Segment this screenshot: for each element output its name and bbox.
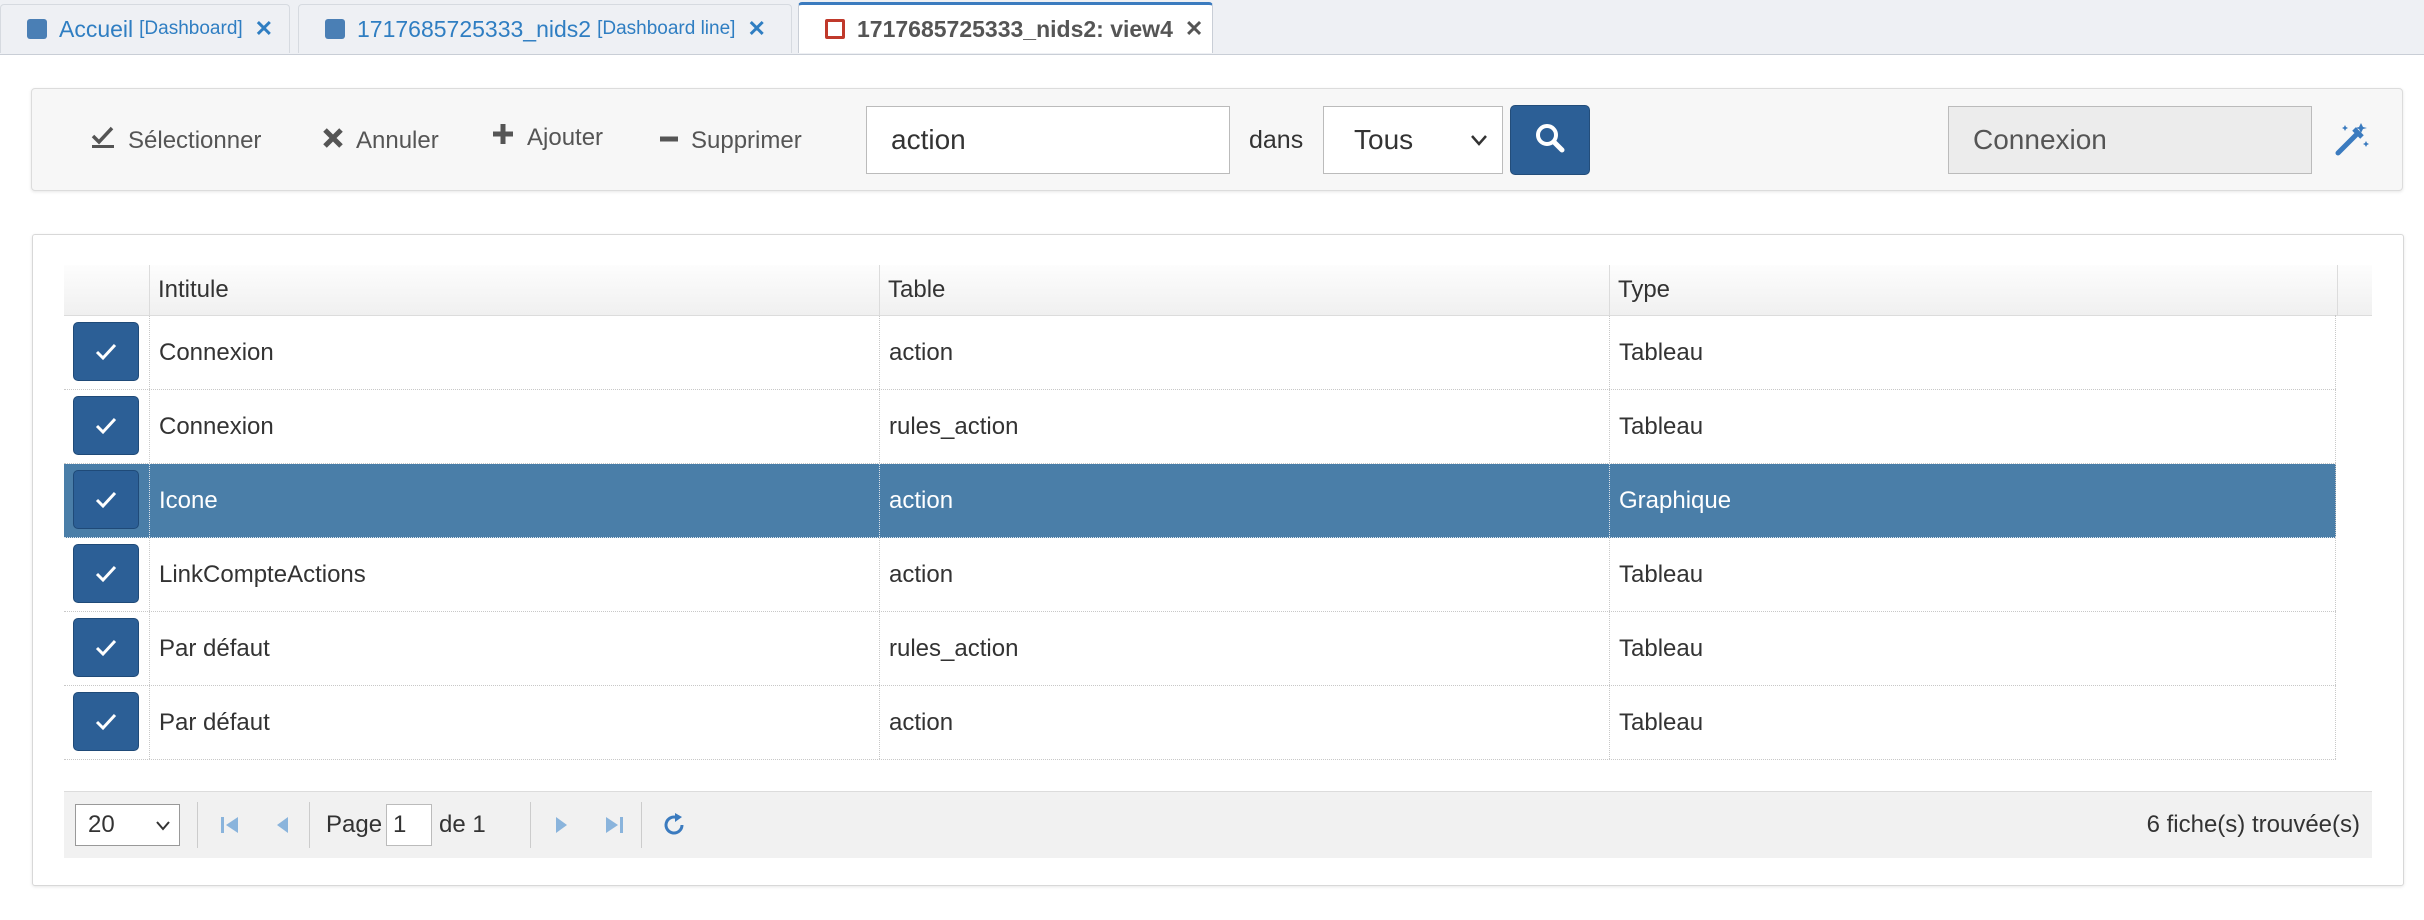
table-row[interactable]: Par défaut action Tableau (64, 686, 2336, 760)
cell-table: action (879, 538, 1609, 611)
header-type[interactable]: Type (1609, 265, 2337, 315)
toolbar: Sélectionner Annuler Ajouter Supprimer a… (31, 88, 2403, 191)
cell-intitule: LinkCompteActions (149, 538, 879, 611)
page-number-input[interactable]: 1 (386, 804, 432, 846)
header-table[interactable]: Table (879, 265, 1609, 315)
next-page-icon[interactable] (546, 806, 576, 844)
chevron-down-icon (1470, 107, 1488, 200)
add-button[interactable]: Ajouter (491, 86, 603, 189)
dashboard-icon (27, 19, 47, 39)
table-row[interactable]: Par défaut rules_action Tableau (64, 612, 2336, 686)
search-input[interactable]: action (866, 106, 1230, 174)
tab-label: 1717685725333_nids2: view4 (857, 15, 1173, 42)
row-checkbox[interactable] (73, 692, 139, 751)
row-checkbox[interactable] (73, 470, 139, 529)
cell-table: rules_action (879, 390, 1609, 463)
scope-value: Tous (1354, 124, 1414, 155)
check-icon (90, 124, 116, 157)
cell-intitule: Connexion (149, 316, 879, 389)
cell-intitule: Connexion (149, 390, 879, 463)
tab-sublabel: [Dashboard] (139, 18, 243, 39)
plus-icon (491, 122, 515, 153)
minus-icon (659, 125, 679, 156)
tab-label: 1717685725333_nids2 (357, 15, 592, 42)
view-icon (825, 19, 845, 39)
first-page-icon[interactable] (215, 806, 245, 844)
add-label: Ajouter (527, 123, 604, 151)
connexion-field[interactable]: Connexion (1948, 106, 2312, 174)
chevron-down-icon (155, 805, 171, 859)
row-checkbox[interactable] (73, 322, 139, 381)
tab-label: Accueil (59, 15, 134, 42)
tab-bar: Accueil [Dashboard] ✕ 1717685725333_nids… (0, 0, 2424, 55)
select-button[interactable]: Sélectionner (90, 89, 261, 192)
delete-button[interactable]: Supprimer (659, 89, 802, 192)
tab-sublabel: [Dashboard line] (597, 18, 736, 39)
tab-accueil[interactable]: Accueil [Dashboard] ✕ (0, 4, 290, 53)
cell-intitule: Par défaut (149, 612, 879, 685)
separator (641, 802, 642, 848)
tab-dashboard-line[interactable]: 1717685725333_nids2 [Dashboard line] ✕ (298, 4, 792, 53)
separator (309, 802, 310, 848)
cell-type: Tableau (1609, 612, 2336, 685)
cell-table: action (879, 316, 1609, 389)
page-label: Page (326, 811, 383, 838)
row-checkbox[interactable] (73, 396, 139, 455)
refresh-icon[interactable] (659, 806, 689, 844)
delete-label: Supprimer (691, 126, 802, 154)
cell-table: action (879, 464, 1609, 537)
tab-view4[interactable]: 1717685725333_nids2: view4 ✕ (798, 2, 1213, 53)
last-page-icon[interactable] (599, 806, 629, 844)
results-panel: Intitule Table Type Connexion action Tab… (32, 234, 2404, 886)
table-right-border (2335, 315, 2337, 759)
separator (197, 802, 198, 848)
search-button[interactable] (1510, 105, 1590, 175)
pager: 20 Page 1 de 1 6 fiche(s) trouvée(s) (64, 791, 2372, 858)
header-checkbox-column (64, 265, 149, 315)
table-row[interactable]: Connexion action Tableau (64, 316, 2336, 390)
dashboard-icon (325, 19, 345, 39)
cell-type: Tableau (1609, 390, 2336, 463)
in-label: dans (1249, 126, 1304, 154)
page-size-value: 20 (88, 811, 115, 838)
table-row-selected[interactable]: Icone action Graphique (64, 464, 2336, 538)
search-icon (1534, 122, 1566, 159)
close-icon[interactable]: ✕ (1185, 16, 1203, 42)
cell-table: rules_action (879, 612, 1609, 685)
cell-intitule: Icone (149, 464, 879, 537)
page-total-label: de 1 (439, 811, 486, 838)
cell-table: action (879, 686, 1609, 759)
close-icon[interactable]: ✕ (747, 16, 765, 42)
close-icon[interactable]: ✕ (255, 16, 273, 42)
cancel-button[interactable]: Annuler (322, 89, 439, 192)
cell-type: Tableau (1609, 316, 2336, 389)
table-header: Intitule Table Type (64, 265, 2372, 316)
header-intitule[interactable]: Intitule (149, 265, 879, 315)
cell-type: Graphique (1609, 464, 2336, 537)
cell-intitule: Par défaut (149, 686, 879, 759)
separator (530, 802, 531, 848)
row-checkbox[interactable] (73, 618, 139, 677)
scope-select[interactable]: Tous (1323, 106, 1503, 174)
magic-wand-icon[interactable] (2330, 117, 2374, 161)
select-label: Sélectionner (128, 126, 262, 154)
table-row[interactable]: Connexion rules_action Tableau (64, 390, 2336, 464)
row-checkbox[interactable] (73, 544, 139, 603)
previous-page-icon[interactable] (268, 806, 298, 844)
cancel-label: Annuler (356, 126, 439, 154)
page-size-select[interactable]: 20 (75, 804, 180, 846)
records-found-label: 6 fiche(s) trouvée(s) (2146, 811, 2360, 838)
cell-type: Tableau (1609, 538, 2336, 611)
header-spacer (2337, 265, 2372, 315)
x-icon (322, 125, 344, 156)
cell-type: Tableau (1609, 686, 2336, 759)
table-row[interactable]: LinkCompteActions action Tableau (64, 538, 2336, 612)
